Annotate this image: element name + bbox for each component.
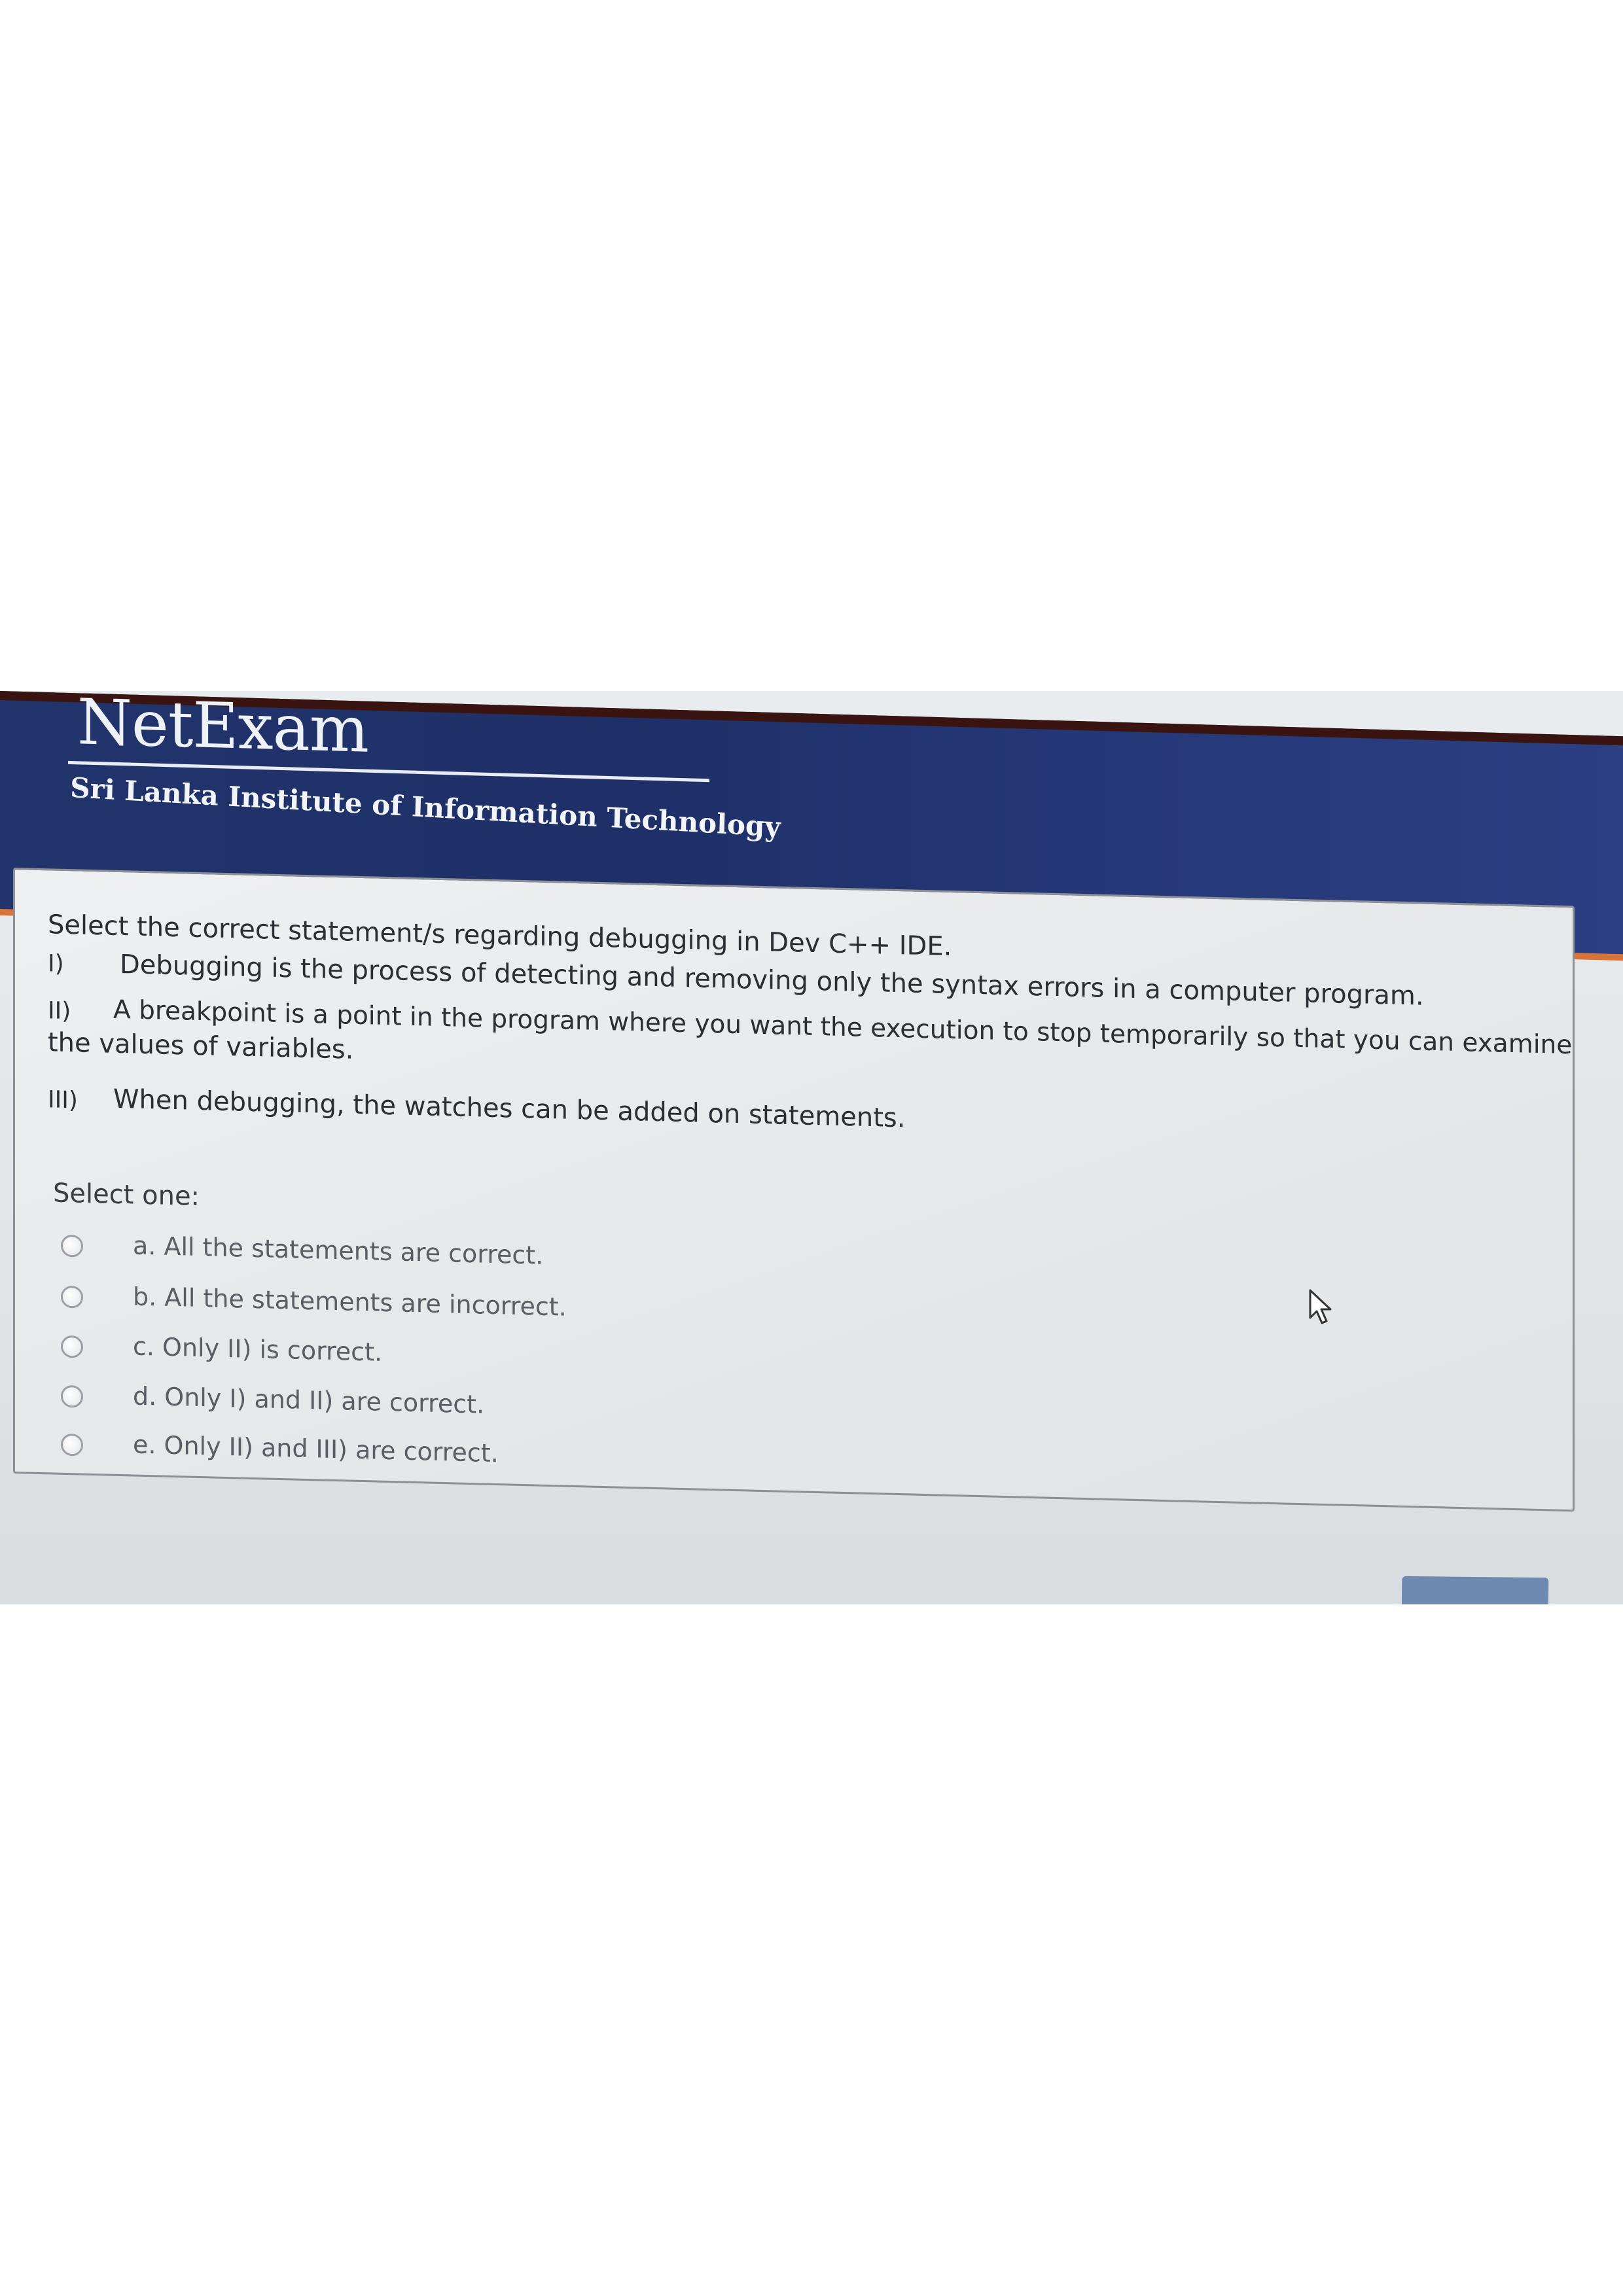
question-card: Select the correct statement/s regarding… [13,868,1623,1581]
option-d-label[interactable]: d. Only I) and II) are correct. [133,1381,484,1419]
radio-unchecked-icon[interactable] [61,1234,83,1258]
option-b[interactable]: b. All the statements are incorrect. [61,1280,846,1336]
next-page-button[interactable] [1401,1576,1549,1604]
select-one-label: Select one: [53,1178,200,1212]
option-e[interactable]: e. Only II) and III) are correct. [61,1428,846,1484]
netexam-logo: NetExam [77,691,368,767]
statement-2-continued: the values of variables. [48,1027,354,1065]
option-b-label[interactable]: b. All the statements are incorrect. [133,1282,567,1321]
mouse-pointer-icon [1309,1289,1332,1324]
option-a-label[interactable]: a. All the statements are correct. [133,1231,543,1269]
option-e-label[interactable]: e. Only II) and III) are correct. [133,1430,499,1468]
statement-number-2: II) [48,997,71,1025]
statement-number-1: I) [48,950,64,978]
option-d[interactable]: d. Only I) and II) are correct. [61,1380,846,1436]
radio-unchecked-icon[interactable] [61,1335,83,1358]
photo-area: NetExam Sri Lanka Institute of Informati… [0,691,1623,1604]
option-a[interactable]: a. All the statements are correct. [61,1229,846,1285]
radio-unchecked-icon[interactable] [61,1285,83,1309]
radio-unchecked-icon[interactable] [61,1433,83,1457]
question-panel: Select the correct statement/s regarding… [13,868,1575,1512]
option-c-label[interactable]: c. Only II) is correct. [133,1332,382,1366]
institute-name: Sri Lanka Institute of Information Techn… [69,771,781,843]
radio-unchecked-icon[interactable] [61,1385,83,1408]
statement-number-3: III) [48,1086,78,1114]
statement-3: When debugging, the watches can be added… [113,1084,906,1134]
option-c[interactable]: c. Only II) is correct. [61,1330,846,1386]
